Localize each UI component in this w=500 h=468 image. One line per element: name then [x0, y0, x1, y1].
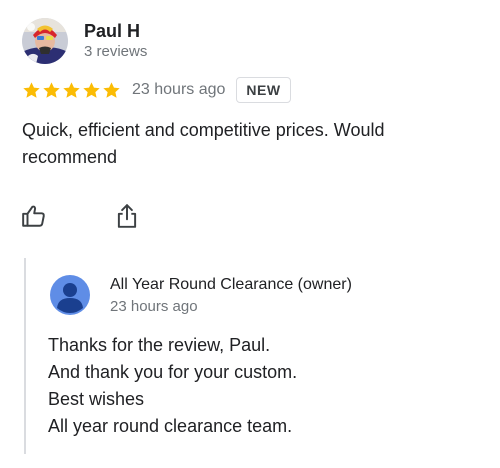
star-icon	[23, 81, 40, 98]
star-rating	[22, 81, 121, 100]
response-line: All year round clearance team.	[48, 416, 293, 436]
like-button[interactable]	[19, 201, 49, 231]
star-icon	[103, 81, 120, 98]
star-icon	[83, 81, 100, 98]
reviewer-review-count[interactable]: 3 reviews	[84, 43, 147, 60]
owner-response: All Year Round Clearance (owner) 23 hour…	[24, 258, 482, 454]
user-photo-avatar	[22, 18, 68, 64]
reviewer-name[interactable]: Paul H	[84, 21, 140, 42]
review-time: 23 hours ago	[132, 81, 226, 98]
review-text: Quick, efficient and competitive prices.…	[22, 120, 385, 167]
share-button[interactable]	[112, 201, 142, 231]
owner-response-time: 23 hours ago	[110, 298, 198, 315]
response-line: Thanks for the review, Paul.	[48, 335, 271, 355]
user-avatar[interactable]	[22, 18, 68, 64]
new-badge: NEW	[236, 77, 291, 103]
thumbs-up-icon	[22, 205, 45, 227]
star-icon	[63, 81, 80, 98]
share-icon	[117, 204, 137, 228]
owner-avatar[interactable]	[50, 275, 90, 315]
rating-row: 23 hours ago NEW	[22, 77, 291, 103]
owner-name: All Year Round Clearance (owner)	[110, 276, 352, 293]
owner-response-text: Thanks for the review, Paul. And thank y…	[48, 332, 297, 440]
response-line: Best wishes	[48, 389, 145, 409]
response-line: And thank you for your custom.	[48, 362, 298, 382]
review-card: Paul H 3 reviews 23 hours ago NEW Quick,…	[0, 0, 500, 468]
star-icon	[43, 81, 60, 98]
default-person-avatar	[50, 275, 90, 315]
